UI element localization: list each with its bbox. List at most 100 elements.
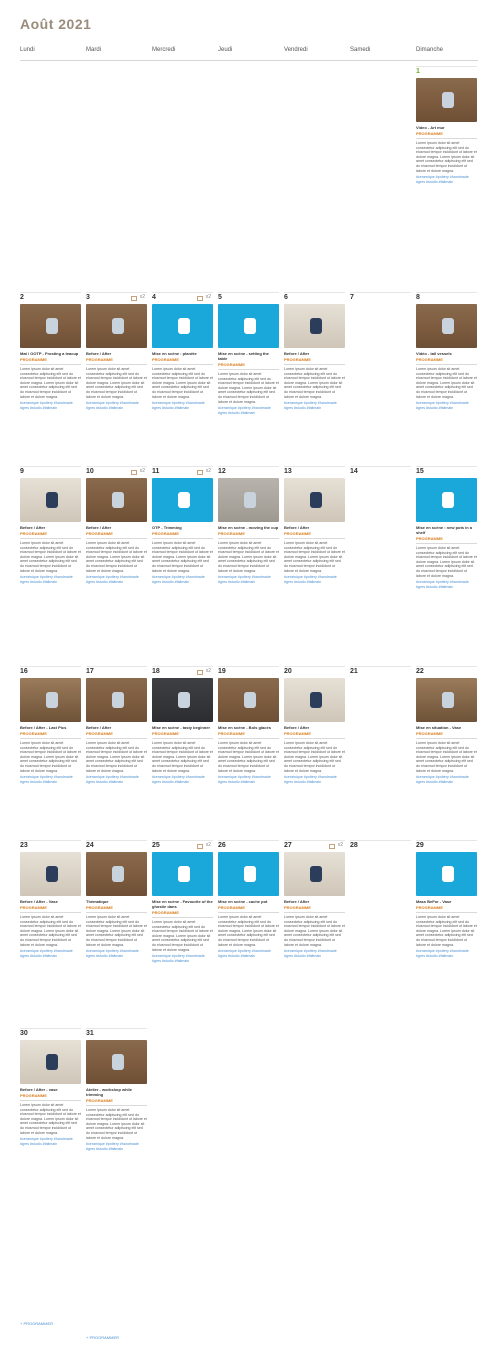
- post-thumbnail[interactable]: [86, 852, 147, 896]
- day-cell[interactable]: 8 Vidéo - tall vessels PROGRAMME Lorem ipsu…: [416, 292, 477, 410]
- day-cell[interactable]: 14: [350, 466, 411, 475]
- hashtag-list[interactable]: #ceramique #pottery #handmade #gres #stu…: [284, 775, 345, 784]
- hashtag-list[interactable]: #ceramique #pottery #handmade #gres #stu…: [284, 949, 345, 958]
- duplicate-icon[interactable]: [329, 844, 335, 849]
- post-thumbnail[interactable]: [152, 678, 213, 722]
- day-cell[interactable]: 31 Atelier - workshop while trimming PROGR…: [86, 1028, 147, 1151]
- hashtag-list[interactable]: #ceramique #pottery #handmade #gres #stu…: [20, 949, 81, 958]
- hashtag-list[interactable]: #ceramique #pottery #handmade #gres #stu…: [86, 575, 147, 584]
- post-thumbnail[interactable]: [284, 852, 345, 896]
- post-thumbnail[interactable]: [86, 304, 147, 348]
- post-thumbnail[interactable]: [86, 478, 147, 522]
- day-cell[interactable]: 30 Before / After - vase PROGRAMME Lorem ip…: [20, 1028, 81, 1146]
- day-cell[interactable]: 20 Before / After PROGRAMME Lorem ipsum dol…: [284, 666, 345, 784]
- day-cell[interactable]: 2 Mat / OOTP - Frosting a teacup PROGRAMME…: [20, 292, 81, 410]
- duplicate-icon[interactable]: [197, 470, 203, 475]
- day-cell[interactable]: 28: [350, 840, 411, 849]
- hashtag-list[interactable]: #ceramique #pottery #handmade #gres #stu…: [284, 401, 345, 410]
- hashtag-list[interactable]: #ceramique #pottery #handmade #gres #stu…: [20, 1137, 81, 1146]
- day-cell[interactable]: 25 x2 Mise en scène - Favourite of the gho…: [152, 840, 213, 963]
- hashtag-list[interactable]: #ceramique #pottery #handmade #gres #stu…: [20, 775, 81, 784]
- duplicate-icon[interactable]: [131, 470, 137, 475]
- hashtag-list[interactable]: #ceramique #pottery #handmade #gres #stu…: [218, 949, 279, 958]
- day-cell[interactable]: 13 Before / After PROGRAMME Lorem ipsum dol…: [284, 466, 345, 584]
- day-cell[interactable]: 23 Before / After - Vase PROGRAMME Lorem ip…: [20, 840, 81, 958]
- day-cell[interactable]: 26 Mise en scène - cache pot PROGRAMME Lore…: [218, 840, 279, 958]
- post-thumbnail[interactable]: [152, 304, 213, 348]
- duplicate-icon[interactable]: [197, 296, 203, 301]
- post-thumbnail[interactable]: [86, 678, 147, 722]
- day-cell[interactable]: 17 Before / After PROGRAMME Lorem ipsum dol…: [86, 666, 147, 784]
- duplicate-icon[interactable]: [197, 670, 203, 675]
- programmer-link[interactable]: + PROGRAMMER: [86, 1335, 119, 1340]
- hashtag-list[interactable]: #ceramique #pottery #handmade #gres #stu…: [416, 401, 477, 410]
- weekday-label: Dimanche: [416, 47, 444, 53]
- hashtag-list[interactable]: #ceramique #pottery #handmade #gres #stu…: [86, 775, 147, 784]
- day-cell[interactable]: 19 Mise en scène - Bols glacés PROGRAMME Lo…: [218, 666, 279, 784]
- day-cell[interactable]: 18 x2 Mise en scène - tasty beginner PROGRA…: [152, 666, 213, 784]
- post-caption: Mise en scène - cache pot: [218, 899, 268, 904]
- post-thumbnail[interactable]: [20, 1040, 81, 1084]
- post-thumbnail[interactable]: [416, 478, 477, 522]
- post-thumbnail[interactable]: [284, 304, 345, 348]
- hashtag-list[interactable]: #ceramique #pottery #handmade #gres #stu…: [416, 949, 477, 958]
- day-cell[interactable]: 16 Before / After - Last Pics PROGRAMME Lor…: [20, 666, 81, 784]
- post-thumbnail[interactable]: [218, 852, 279, 896]
- post-thumbnail[interactable]: [152, 478, 213, 522]
- hashtag-list[interactable]: #ceramique #pottery #handmade #gres #stu…: [152, 954, 213, 963]
- post-thumbnail[interactable]: [20, 478, 81, 522]
- duplicate-icon[interactable]: [197, 844, 203, 849]
- post-thumbnail[interactable]: [416, 78, 477, 122]
- day-cell[interactable]: 27 x2 Before / After PROGRAMME Lorem ipsum d…: [284, 840, 345, 958]
- pottery-object: [178, 492, 190, 508]
- hashtag-list[interactable]: #ceramique #pottery #handmade #gres #stu…: [152, 401, 213, 410]
- post-caption: Mat / OOTP - Frosting a teacup: [20, 351, 79, 356]
- hashtag-list[interactable]: #ceramique #pottery #handmade #gres #stu…: [20, 401, 81, 410]
- day-cell[interactable]: 9 Before / After PROGRAMME Lorem ipsum dolo…: [20, 466, 81, 584]
- hashtag-list[interactable]: #ceramique #pottery #handmade #gres #stu…: [416, 175, 477, 184]
- day-cell[interactable]: 29 Mass BeFor - Vase PROGRAMME Lorem ipsum …: [416, 840, 477, 958]
- post-thumbnail[interactable]: [416, 852, 477, 896]
- post-thumbnail[interactable]: [20, 678, 81, 722]
- post-count-badge: x2: [139, 294, 145, 300]
- post-thumbnail[interactable]: [218, 304, 279, 348]
- day-cell[interactable]: 11 x2 OTP - Trimming PROGRAMME Lorem ipsum d…: [152, 466, 213, 584]
- hashtag-list[interactable]: #ceramique #pottery #handmade #gres #stu…: [86, 949, 147, 958]
- hashtag-list[interactable]: #ceramique #pottery #handmade #gres #stu…: [152, 775, 213, 784]
- duplicate-icon[interactable]: [131, 296, 137, 301]
- day-cell[interactable]: 4 x2 Mise en scène : planète PROGRAMME Lorem…: [152, 292, 213, 410]
- post-thumbnail[interactable]: [20, 304, 81, 348]
- day-cell[interactable]: 15 Mise en scène : new pots in a shelf PRO…: [416, 466, 477, 589]
- hashtag-list[interactable]: #ceramique #pottery #handmade #gres #stu…: [416, 775, 477, 784]
- day-cell[interactable]: 3 x2 Before / After PROGRAMME Lorem ipsum do…: [86, 292, 147, 410]
- hashtag-list[interactable]: #ceramique #pottery #handmade #gres #stu…: [416, 580, 477, 589]
- programmer-link[interactable]: + PROGRAMMER: [20, 1321, 53, 1326]
- post-thumbnail[interactable]: [284, 678, 345, 722]
- hashtag-list[interactable]: #ceramique #pottery #handmade #gres #stu…: [86, 1142, 147, 1151]
- day-cell[interactable]: 6 Before / After PROGRAMME Lorem ipsum dolo…: [284, 292, 345, 410]
- post-thumbnail[interactable]: [416, 304, 477, 348]
- pottery-object: [442, 318, 454, 334]
- hashtag-list[interactable]: #ceramique #pottery #handmade #gres #stu…: [284, 575, 345, 584]
- post-thumbnail[interactable]: [416, 678, 477, 722]
- day-cell[interactable]: 1 Video - Art mur PROGRAMME Lorem ipsum dol…: [416, 66, 477, 184]
- hashtag-list[interactable]: #ceramique #pottery #handmade #gres #stu…: [218, 775, 279, 784]
- post-thumbnail[interactable]: [218, 678, 279, 722]
- day-cell[interactable]: 22 Mise en situation - Vase PROGRAMME Lorem…: [416, 666, 477, 784]
- hashtag-list[interactable]: #ceramique #pottery #handmade #gres #stu…: [218, 406, 279, 415]
- post-thumbnail[interactable]: [20, 852, 81, 896]
- day-cell[interactable]: 7: [350, 292, 411, 301]
- hashtag-list[interactable]: #ceramique #pottery #handmade #gres #stu…: [20, 575, 81, 584]
- hashtag-list[interactable]: #ceramique #pottery #handmade #gres #stu…: [152, 575, 213, 584]
- post-thumbnail[interactable]: [152, 852, 213, 896]
- hashtag-list[interactable]: #ceramique #pottery #handmade #gres #stu…: [86, 401, 147, 410]
- post-thumbnail[interactable]: [218, 478, 279, 522]
- day-cell[interactable]: 5 Mise en scène - setting the table PROGRA…: [218, 292, 279, 415]
- post-thumbnail[interactable]: [284, 478, 345, 522]
- post-thumbnail[interactable]: [86, 1040, 147, 1084]
- day-cell[interactable]: 10 x2 Before / After PROGRAMME Lorem ipsum d…: [86, 466, 147, 584]
- day-cell[interactable]: 21: [350, 666, 411, 675]
- day-cell[interactable]: 12 Mise en scène - moving the cup PROGRAMM…: [218, 466, 279, 584]
- hashtag-list[interactable]: #ceramique #pottery #handmade #gres #stu…: [218, 575, 279, 584]
- day-cell[interactable]: 24 Thématique PROGRAMME Lorem ipsum dolor s…: [86, 840, 147, 958]
